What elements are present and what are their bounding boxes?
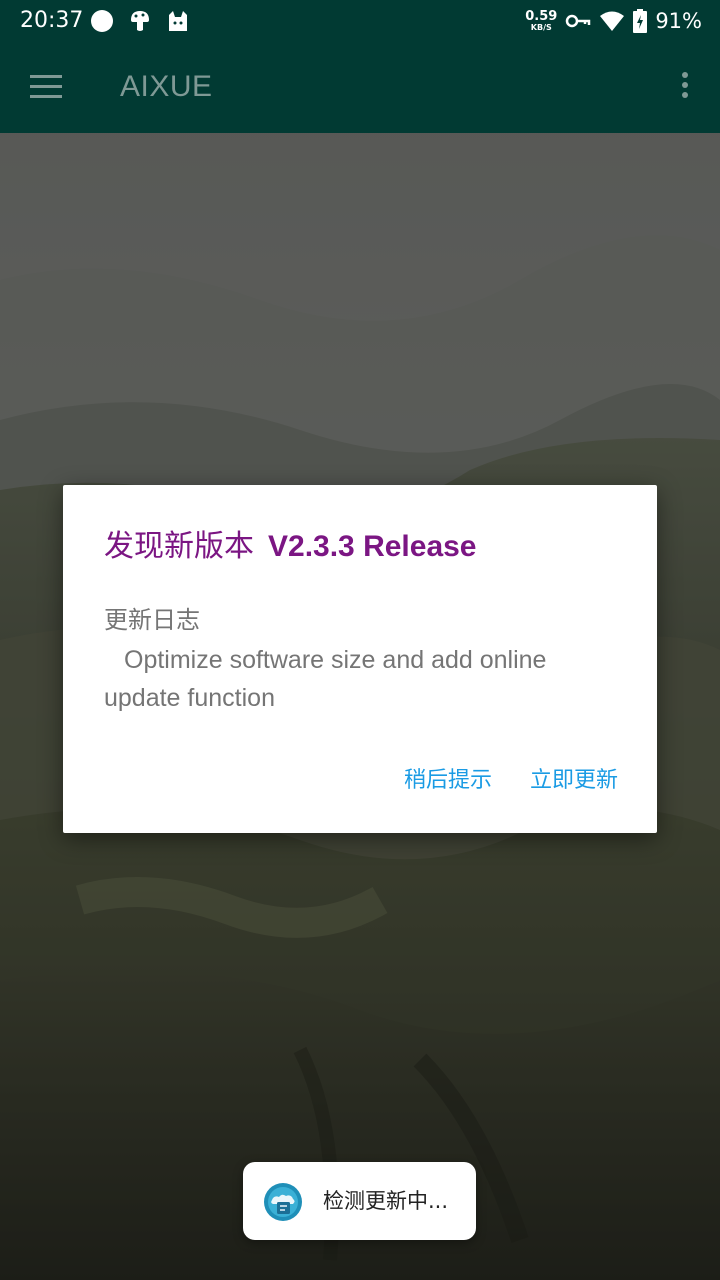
toast: 检测更新中... [243, 1162, 476, 1240]
status-time: 20:37 [20, 8, 84, 33]
wifi-icon [600, 11, 625, 31]
update-now-button[interactable]: 立即更新 [530, 764, 618, 798]
network-speed-value: 0.59 [525, 9, 558, 24]
hamburger-menu-icon[interactable] [30, 75, 64, 99]
remind-later-button[interactable]: 稍后提示 [404, 764, 492, 798]
vpn-key-icon [566, 14, 591, 28]
circle-notification-icon [91, 10, 113, 32]
update-dialog: 发现新版本 V2.3.3 Release 更新日志 Optimize softwa… [63, 485, 657, 833]
notification-icons [90, 8, 190, 34]
screen: 20:37 0.59 KB/S 91% AIXUE 发现新版本 V2.3.3 R… [0, 0, 720, 1280]
changelog-body: Optimize software size and add online up… [104, 646, 547, 712]
dialog-actions: 稍后提示 立即更新 [404, 764, 618, 798]
dialog-title: 发现新版本 V2.3.3 Release [104, 527, 477, 567]
battery-percent: 91% [655, 9, 702, 33]
system-status-icons: 0.59 KB/S 91% [525, 6, 702, 36]
mushroom-icon [131, 11, 149, 31]
network-speed: 0.59 KB/S [525, 10, 557, 32]
changelog-heading: 更新日志 [104, 606, 200, 634]
cat-icon [169, 11, 187, 31]
network-speed-unit: KB/S [530, 23, 552, 32]
status-bar: 20:37 0.59 KB/S 91% [0, 0, 720, 42]
app-title: AIXUE [120, 70, 213, 103]
battery-charging-icon [633, 9, 648, 33]
dialog-version: V2.3.3 Release [268, 530, 477, 563]
more-vert-icon[interactable] [682, 72, 690, 102]
app-logo-icon [264, 1183, 302, 1221]
dialog-title-text: 发现新版本 [104, 529, 254, 564]
app-bar: AIXUE [0, 42, 720, 133]
toast-message: 检测更新中... [323, 1189, 449, 1213]
